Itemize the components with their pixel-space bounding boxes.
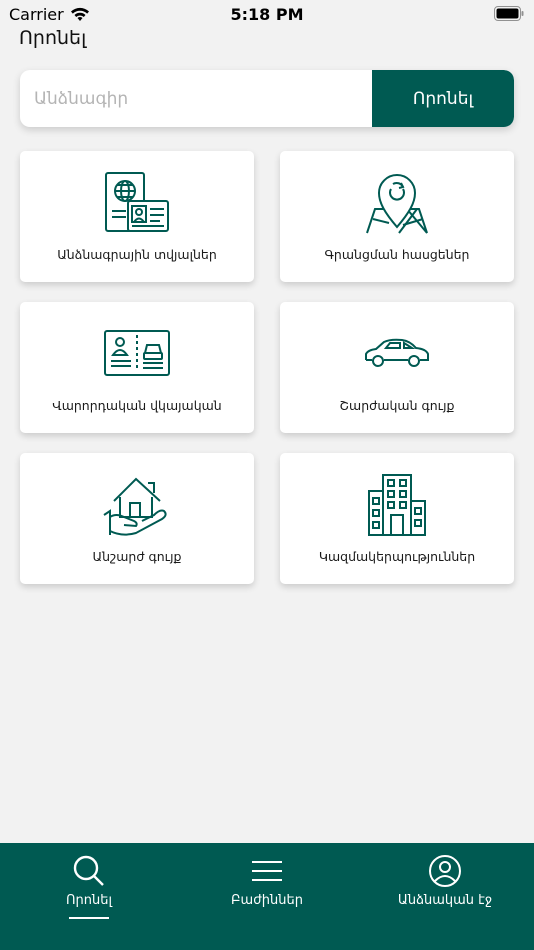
category-card-passport-data[interactable]: Անձնագրային տվյալներ bbox=[20, 151, 254, 282]
search-input[interactable] bbox=[20, 70, 372, 127]
category-label: Վարորդական վկայական bbox=[52, 398, 222, 413]
category-card-real-estate[interactable]: Անշարժ գույք bbox=[20, 453, 254, 584]
page-title: Որոնել bbox=[19, 27, 87, 49]
category-label: Կազմակերպություններ bbox=[318, 549, 476, 564]
category-label: Շարժական գույք bbox=[339, 398, 455, 413]
category-label: Անձնագրային տվյալներ bbox=[57, 247, 217, 262]
tab-label: Որոնել bbox=[65, 893, 112, 908]
category-card-movable-property[interactable]: Շարժական գույք bbox=[280, 302, 514, 433]
tab-profile[interactable]: Անձնական էջ bbox=[356, 843, 534, 950]
tab-sections[interactable]: Բաժիններ bbox=[178, 843, 356, 950]
passport-icon bbox=[105, 172, 169, 232]
category-label: Գրանցման հասցեներ bbox=[324, 247, 470, 262]
category-card-organizations[interactable]: Կազմակերպություններ bbox=[280, 453, 514, 584]
house-in-hand-icon bbox=[103, 477, 167, 536]
active-tab-indicator bbox=[69, 917, 109, 919]
menu-icon bbox=[252, 861, 282, 881]
map-pin-icon bbox=[366, 174, 428, 234]
status-bar: Carrier 5:18 PM bbox=[0, 0, 534, 28]
office-building-icon bbox=[368, 474, 426, 536]
search-button[interactable]: Որոնել bbox=[372, 70, 514, 127]
profile-icon bbox=[429, 855, 461, 887]
category-card-drivers-license[interactable]: Վարորդական վկայական bbox=[20, 302, 254, 433]
category-card-registration-addresses[interactable]: Գրանցման հասցեներ bbox=[280, 151, 514, 282]
battery-icon bbox=[494, 6, 524, 21]
tab-search[interactable]: Որոնել bbox=[0, 843, 178, 950]
car-icon bbox=[365, 338, 429, 367]
drivers-license-icon bbox=[104, 330, 170, 376]
search-bar: Որոնել bbox=[20, 70, 514, 127]
tab-label: Անձնական էջ bbox=[397, 893, 493, 908]
tab-bar: Որոնել Բաժիններ Անձնական էջ bbox=[0, 843, 534, 950]
search-icon bbox=[73, 855, 104, 886]
status-time: 5:18 PM bbox=[230, 5, 304, 24]
category-label: Անշարժ գույք bbox=[92, 549, 182, 564]
tab-label: Բաժիններ bbox=[231, 893, 303, 908]
